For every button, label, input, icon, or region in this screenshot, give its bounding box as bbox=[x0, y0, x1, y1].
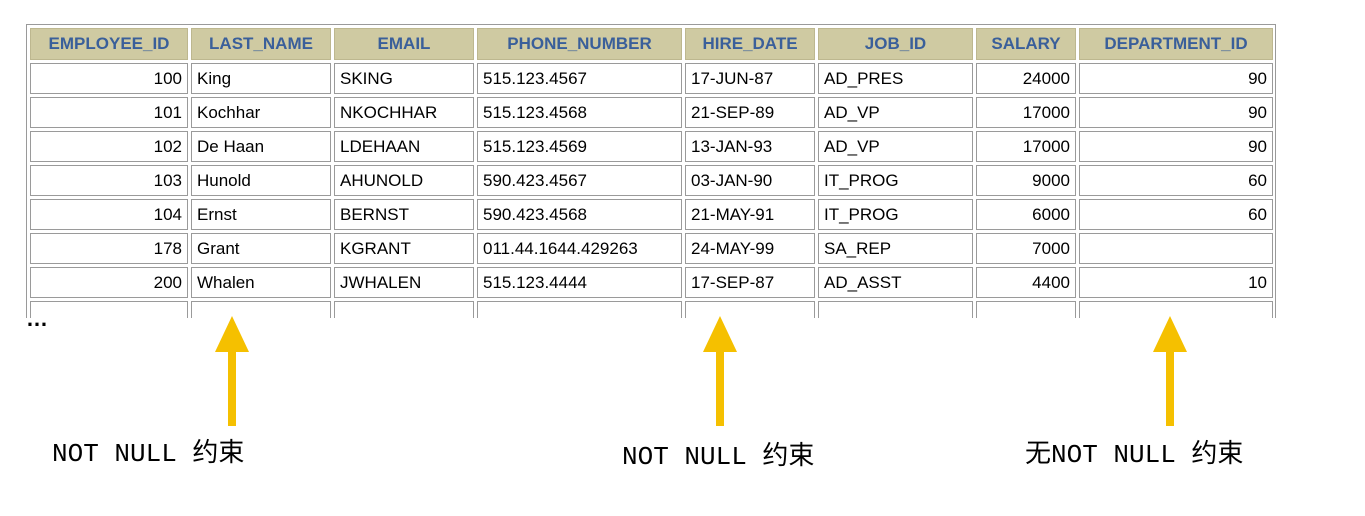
cell-email: NKOCHHAR bbox=[334, 97, 474, 128]
cell-empty bbox=[334, 301, 474, 318]
table-row: 100 King SKING 515.123.4567 17-JUN-87 AD… bbox=[30, 63, 1273, 94]
col-header-department-id: DEPARTMENT_ID bbox=[1079, 28, 1273, 60]
cell-salary: 24000 bbox=[976, 63, 1076, 94]
cell-email: KGRANT bbox=[334, 233, 474, 264]
cell-last-name: De Haan bbox=[191, 131, 331, 162]
table-row: 200 Whalen JWHALEN 515.123.4444 17-SEP-8… bbox=[30, 267, 1273, 298]
cell-phone-number: 590.423.4567 bbox=[477, 165, 682, 196]
cell-department-id bbox=[1079, 233, 1273, 264]
cell-hire-date: 21-SEP-89 bbox=[685, 97, 815, 128]
cell-last-name: Kochhar bbox=[191, 97, 331, 128]
cell-last-name: Hunold bbox=[191, 165, 331, 196]
cell-salary: 7000 bbox=[976, 233, 1076, 264]
cell-job-id: IT_PROG bbox=[818, 199, 973, 230]
cell-department-id: 90 bbox=[1079, 63, 1273, 94]
cell-email: JWHALEN bbox=[334, 267, 474, 298]
cell-last-name: Whalen bbox=[191, 267, 331, 298]
cell-email: LDEHAAN bbox=[334, 131, 474, 162]
cell-department-id: 90 bbox=[1079, 97, 1273, 128]
cell-email: AHUNOLD bbox=[334, 165, 474, 196]
cell-employee-id: 101 bbox=[30, 97, 188, 128]
table-row: 178 Grant KGRANT 011.44.1644.429263 24-M… bbox=[30, 233, 1273, 264]
cell-job-id: IT_PROG bbox=[818, 165, 973, 196]
cell-salary: 4400 bbox=[976, 267, 1076, 298]
col-header-employee-id: EMPLOYEE_ID bbox=[30, 28, 188, 60]
cell-empty bbox=[818, 301, 973, 318]
hire-date-constraint-note: NOT NULL 约束 bbox=[622, 442, 815, 472]
cell-department-id: 90 bbox=[1079, 131, 1273, 162]
cell-department-id: 60 bbox=[1079, 165, 1273, 196]
cell-salary: 9000 bbox=[976, 165, 1076, 196]
cell-empty bbox=[191, 301, 331, 318]
cell-hire-date: 17-JUN-87 bbox=[685, 63, 815, 94]
cell-job-id: AD_VP bbox=[818, 97, 973, 128]
col-header-email: EMAIL bbox=[334, 28, 474, 60]
cell-hire-date: 24-MAY-99 bbox=[685, 233, 815, 264]
cell-job-id: AD_PRES bbox=[818, 63, 973, 94]
cell-hire-date: 17-SEP-87 bbox=[685, 267, 815, 298]
cell-employee-id: 200 bbox=[30, 267, 188, 298]
cell-empty bbox=[30, 301, 188, 318]
more-rows-ellipsis: … bbox=[26, 306, 49, 331]
cell-phone-number: 515.123.4567 bbox=[477, 63, 682, 94]
cell-job-id: AD_VP bbox=[818, 131, 973, 162]
last-name-constraint-note: NOT NULL 约束 bbox=[52, 439, 245, 469]
col-header-job-id: JOB_ID bbox=[818, 28, 973, 60]
cell-department-id: 10 bbox=[1079, 267, 1273, 298]
cell-job-id: SA_REP bbox=[818, 233, 973, 264]
cell-hire-date: 13-JAN-93 bbox=[685, 131, 815, 162]
col-header-last-name: LAST_NAME bbox=[191, 28, 331, 60]
col-header-hire-date: HIRE_DATE bbox=[685, 28, 815, 60]
arrow-up-icon bbox=[1153, 316, 1187, 426]
cell-last-name: Grant bbox=[191, 233, 331, 264]
cell-phone-number: 515.123.4444 bbox=[477, 267, 682, 298]
cell-employee-id: 100 bbox=[30, 63, 188, 94]
employees-table-wrapper: EMPLOYEE_ID LAST_NAME EMAIL PHONE_NUMBER… bbox=[26, 24, 1276, 318]
cell-salary: 17000 bbox=[976, 131, 1076, 162]
cell-employee-id: 102 bbox=[30, 131, 188, 162]
table-row: 103 Hunold AHUNOLD 590.423.4567 03-JAN-9… bbox=[30, 165, 1273, 196]
cell-empty bbox=[976, 301, 1076, 318]
table-row: 102 De Haan LDEHAAN 515.123.4569 13-JAN-… bbox=[30, 131, 1273, 162]
cell-last-name: Ernst bbox=[191, 199, 331, 230]
cell-phone-number: 515.123.4569 bbox=[477, 131, 682, 162]
arrow-up-icon bbox=[703, 316, 737, 426]
cell-empty bbox=[477, 301, 682, 318]
cell-department-id: 60 bbox=[1079, 199, 1273, 230]
cell-email: SKING bbox=[334, 63, 474, 94]
table-row: 104 Ernst BERNST 590.423.4568 21-MAY-91 … bbox=[30, 199, 1273, 230]
cell-phone-number: 590.423.4568 bbox=[477, 199, 682, 230]
department-constraint-note: 无NOT NULL 约束 bbox=[1025, 440, 1244, 470]
cell-employee-id: 178 bbox=[30, 233, 188, 264]
cell-hire-date: 21-MAY-91 bbox=[685, 199, 815, 230]
cell-employee-id: 103 bbox=[30, 165, 188, 196]
cell-phone-number: 515.123.4568 bbox=[477, 97, 682, 128]
cell-last-name: King bbox=[191, 63, 331, 94]
cell-hire-date: 03-JAN-90 bbox=[685, 165, 815, 196]
cell-salary: 6000 bbox=[976, 199, 1076, 230]
cell-phone-number: 011.44.1644.429263 bbox=[477, 233, 682, 264]
cell-email: BERNST bbox=[334, 199, 474, 230]
col-header-phone-number: PHONE_NUMBER bbox=[477, 28, 682, 60]
cell-employee-id: 104 bbox=[30, 199, 188, 230]
arrow-up-icon bbox=[215, 316, 249, 426]
cell-job-id: AD_ASST bbox=[818, 267, 973, 298]
cell-salary: 17000 bbox=[976, 97, 1076, 128]
employees-table: EMPLOYEE_ID LAST_NAME EMAIL PHONE_NUMBER… bbox=[27, 25, 1275, 318]
table-row: 101 Kochhar NKOCHHAR 515.123.4568 21-SEP… bbox=[30, 97, 1273, 128]
col-header-salary: SALARY bbox=[976, 28, 1076, 60]
header-row: EMPLOYEE_ID LAST_NAME EMAIL PHONE_NUMBER… bbox=[30, 28, 1273, 60]
